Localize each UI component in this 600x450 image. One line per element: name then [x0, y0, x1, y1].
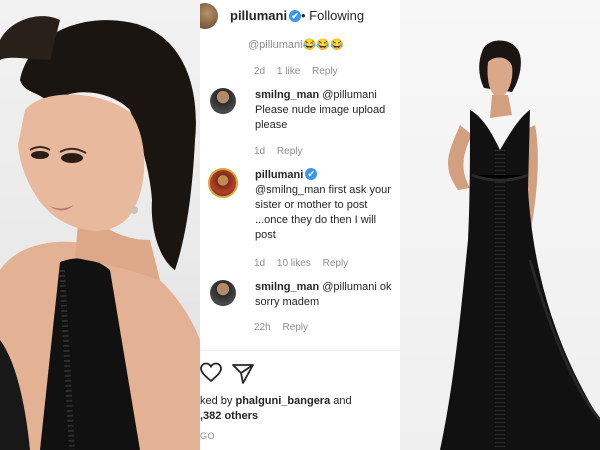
- comment-3: smilng_man @pillumani ok sorry madem: [255, 280, 395, 310]
- send-icon[interactable]: [232, 364, 254, 384]
- comment-time[interactable]: 2d: [254, 66, 265, 77]
- author-avatar[interactable]: [208, 168, 238, 198]
- left-photo-portrait: [0, 0, 200, 450]
- comment-1-meta: 1d Reply: [254, 146, 311, 157]
- comment-time[interactable]: 22h: [254, 322, 271, 333]
- comment-likes[interactable]: 1 like: [277, 66, 300, 77]
- reply-button[interactable]: Reply: [282, 322, 308, 333]
- comment-username[interactable]: smilng_man: [255, 281, 319, 293]
- comment-likes[interactable]: 10 likes: [277, 258, 311, 269]
- commenter-avatar[interactable]: [210, 88, 236, 114]
- verified-badge-icon: ✔: [289, 10, 302, 22]
- reply-button[interactable]: Reply: [323, 258, 349, 269]
- header-avatar[interactable]: [200, 3, 218, 29]
- commenter-avatar[interactable]: [210, 280, 236, 306]
- divider: [200, 350, 400, 351]
- reply-button[interactable]: Reply: [312, 66, 338, 77]
- comment-3-meta: 22h Reply: [254, 322, 317, 333]
- liked-by-user[interactable]: phalguni_bangera: [235, 395, 330, 407]
- comment-body: @smilng_man first ask your sister or mot…: [255, 184, 391, 241]
- heart-icon[interactable]: [200, 362, 222, 384]
- liked-by-summary: ked by phalguni_bangera and ,382 others: [200, 395, 352, 422]
- comment-username[interactable]: pillumani: [255, 169, 303, 181]
- comment-time[interactable]: 1d: [254, 258, 265, 269]
- post-time-ago: GO: [200, 431, 216, 441]
- right-photo-full-length: [400, 0, 600, 450]
- comment-username[interactable]: smilng_man: [255, 89, 319, 101]
- reply-button[interactable]: Reply: [277, 146, 303, 157]
- comment-2: pillumani ✔ @smilng_man first ask your si…: [255, 168, 395, 243]
- instagram-comments-panel: pillumani ✔ • Following @pillumani😂😂😂 2d …: [200, 0, 400, 450]
- following-button[interactable]: • Following: [301, 8, 364, 23]
- verified-badge-icon: ✔: [305, 168, 318, 180]
- portrait-illustration: [0, 16, 200, 450]
- comment-2-meta: 1d 10 likes Reply: [254, 258, 357, 269]
- comment-1: smilng_man @pillumani Please nude image …: [255, 88, 395, 133]
- previous-comment-meta: 2d 1 like Reply: [254, 66, 347, 77]
- post-header: pillumani ✔ • Following: [200, 0, 400, 34]
- comment-time[interactable]: 1d: [254, 146, 265, 157]
- header-username[interactable]: pillumani ✔: [230, 8, 302, 23]
- full-length-illustration: [440, 40, 600, 450]
- previous-comment-fragment: @pillumani😂😂😂: [248, 39, 344, 51]
- others-count[interactable]: ,382 others: [200, 410, 258, 422]
